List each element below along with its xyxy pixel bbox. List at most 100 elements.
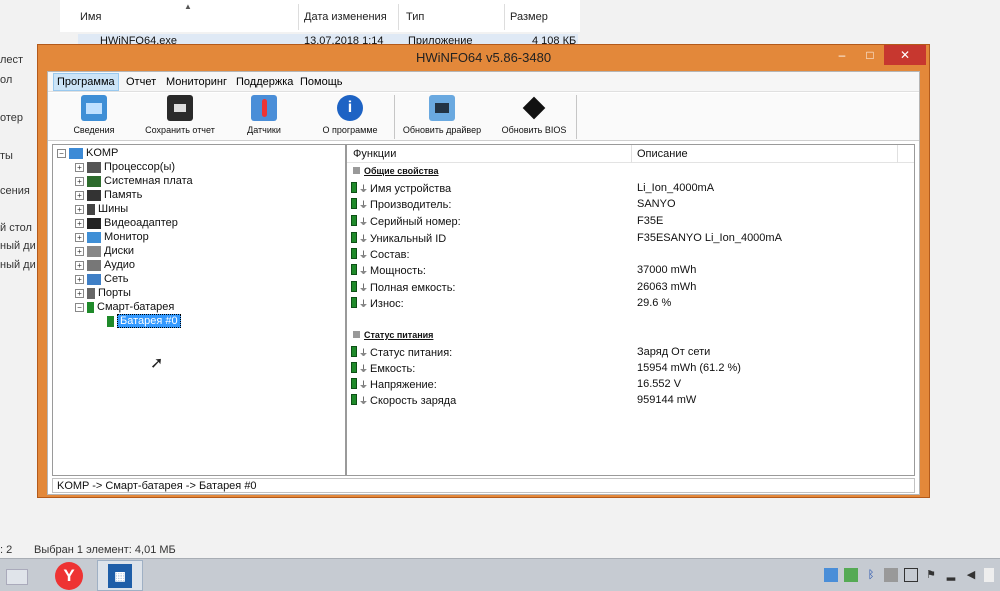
column-date[interactable]: Дата изменения [304, 11, 387, 23]
nav-fragment[interactable]: лест [0, 54, 23, 66]
monitor-icon [81, 95, 107, 121]
tree-item-ports[interactable]: + Порты [75, 286, 131, 300]
menu-support[interactable]: Поддержка [236, 76, 293, 88]
battery-icon [107, 315, 114, 327]
menu-report[interactable]: Отчет [126, 76, 156, 88]
language-icon[interactable] [984, 568, 994, 582]
battery-tray-icon[interactable] [904, 568, 918, 582]
section-general: Общие свойства [353, 166, 438, 176]
value-capacity: 15954 mWh (61.2 %) [637, 362, 741, 374]
row-device-name[interactable]: ⏚ Имя устройства [351, 182, 451, 198]
tree-item-network[interactable]: + Сеть [75, 272, 128, 286]
computer-icon [69, 147, 83, 159]
value-manufacturer: SANYO [637, 198, 676, 210]
row-chemistry[interactable]: ⏚ Состав: [351, 248, 410, 264]
sensors-button[interactable]: Датчики [224, 95, 304, 139]
menu-bar: Программа Отчет Мониторинг Поддержка Пом… [48, 72, 919, 92]
cpu-icon [87, 161, 101, 173]
details-header: Функции Описание [347, 145, 914, 163]
bluetooth-icon[interactable]: ᛒ [864, 568, 878, 582]
info-tool-button[interactable]: Сведения [54, 95, 134, 139]
speaker-icon [87, 259, 101, 271]
start-button[interactable] [0, 561, 40, 591]
breadcrumb: KOMP -> Смарт-батарея -> Батарея #0 [52, 478, 915, 493]
nav-fragment[interactable]: ол [0, 74, 12, 86]
column-name[interactable]: Имя [80, 11, 101, 23]
row-voltage[interactable]: ⏚ Напряжение: [351, 378, 437, 394]
drive-icon [87, 245, 101, 257]
floppy-icon [167, 95, 193, 121]
value-design-capacity: 37000 mWh [637, 264, 697, 276]
nav-fragment[interactable]: сения [0, 185, 30, 197]
column-functions[interactable]: Функции [353, 148, 396, 160]
tray-nvidia-icon[interactable] [844, 568, 858, 582]
tree-item-smart-battery[interactable]: − Смарт-батарея [75, 300, 174, 314]
nav-fragment[interactable]: ный ди [0, 240, 36, 252]
value-full-capacity: 26063 mWh [637, 281, 697, 293]
value-power-state: Заряд От сети [637, 346, 711, 358]
toolbar: Сведения Сохранить отчет Датчики i О про… [48, 93, 919, 141]
tree-item-cpu[interactable]: + Процессор(ы) [75, 160, 175, 174]
column-size[interactable]: Размер [510, 11, 548, 23]
nav-fragment[interactable]: отер [0, 112, 23, 124]
driver-update-icon [429, 95, 455, 121]
bios-chip-icon [521, 95, 547, 121]
selection-info: Выбран 1 элемент: 4,01 МБ [34, 544, 176, 556]
sync-icon[interactable] [884, 568, 898, 582]
tree-item-battery-0[interactable]: Батарея #0 [107, 314, 181, 328]
value-serial: F35E [637, 215, 664, 227]
tree-item-video[interactable]: + Видеоадаптер [75, 216, 178, 230]
tree-item-drives[interactable]: + Диски [75, 244, 134, 258]
column-description[interactable]: Описание [637, 148, 688, 160]
toolbar-divider [576, 95, 577, 139]
explorer-status-bar: : 2 Выбран 1 элемент: 4,01 МБ [0, 542, 1000, 558]
row-serial[interactable]: ⏚ Серийный номер: [351, 215, 461, 231]
hwinfo-window: HWiNFO64 v5.86-3480 – □ ✕ Программа Отче… [37, 44, 930, 498]
minimize-button[interactable]: – [828, 45, 856, 65]
value-voltage: 16.552 V [637, 378, 682, 390]
nav-fragment[interactable]: ный ди [0, 259, 36, 271]
row-full-capacity[interactable]: ⏚ Полная емкость: [351, 281, 455, 297]
row-manufacturer[interactable]: ⏚ Производитель: [351, 198, 451, 214]
row-capacity[interactable]: ⏚ Емкость: [351, 362, 415, 378]
nav-fragment[interactable]: ты [0, 150, 13, 162]
title-bar[interactable]: HWiNFO64 v5.86-3480 – □ ✕ [38, 45, 929, 69]
tree-root[interactable]: − KOMP [57, 146, 118, 160]
volume-icon[interactable]: ◀ [964, 568, 978, 582]
column-type[interactable]: Тип [406, 11, 424, 23]
window-title: HWiNFO64 v5.86-3480 [415, 50, 552, 65]
flag-icon[interactable]: ⚑ [924, 568, 938, 582]
value-unique-id: F35ESANYO Li_Ion_4000mA [637, 232, 782, 244]
row-power-state[interactable]: ⏚ Статус питания: [351, 346, 452, 362]
tree-item-memory[interactable]: + Память [75, 188, 142, 202]
bus-icon [87, 203, 95, 215]
menu-program[interactable]: Программа [53, 73, 119, 91]
nav-fragment[interactable]: й стол [0, 222, 32, 234]
taskbar-yandex-browser[interactable]: Y [46, 560, 92, 591]
battery-icon [87, 301, 94, 313]
update-bios-button[interactable]: Обновить BIOS [494, 95, 574, 139]
save-report-button[interactable]: Сохранить отчет [140, 95, 220, 139]
row-design-capacity[interactable]: ⏚ Мощность: [351, 264, 426, 280]
maximize-button[interactable]: □ [856, 45, 884, 65]
menu-help[interactable]: Помощь [300, 76, 343, 88]
tree-item-buses[interactable]: + Шины [75, 202, 128, 216]
tray-app-icon[interactable] [824, 568, 838, 582]
row-unique-id[interactable]: ⏚ Уникальный ID [351, 232, 446, 248]
tree-item-audio[interactable]: + Аудио [75, 258, 135, 272]
value-charge-rate: 959144 mW [637, 394, 697, 406]
motherboard-icon [87, 175, 101, 187]
update-driver-button[interactable]: Обновить драйвер [402, 95, 482, 139]
tree-item-monitor[interactable]: + Монитор [75, 230, 149, 244]
column-divider [298, 4, 299, 30]
taskbar-hwinfo[interactable]: ▦ [97, 560, 143, 591]
signal-icon[interactable]: ▂ [944, 568, 958, 582]
about-button[interactable]: i О программе [310, 95, 390, 139]
menu-monitoring[interactable]: Мониторинг [166, 76, 227, 88]
row-charge-rate[interactable]: ⏚ Скорость заряда [351, 394, 456, 410]
close-button[interactable]: ✕ [884, 45, 926, 65]
row-wear[interactable]: ⏚ Износ: [351, 297, 404, 313]
device-tree[interactable]: − KOMP + Процессор(ы) + Системная плата + Па… [52, 144, 346, 476]
window-client: Программа Отчет Мониторинг Поддержка Пом… [47, 71, 920, 495]
tree-item-motherboard[interactable]: + Системная плата [75, 174, 193, 188]
